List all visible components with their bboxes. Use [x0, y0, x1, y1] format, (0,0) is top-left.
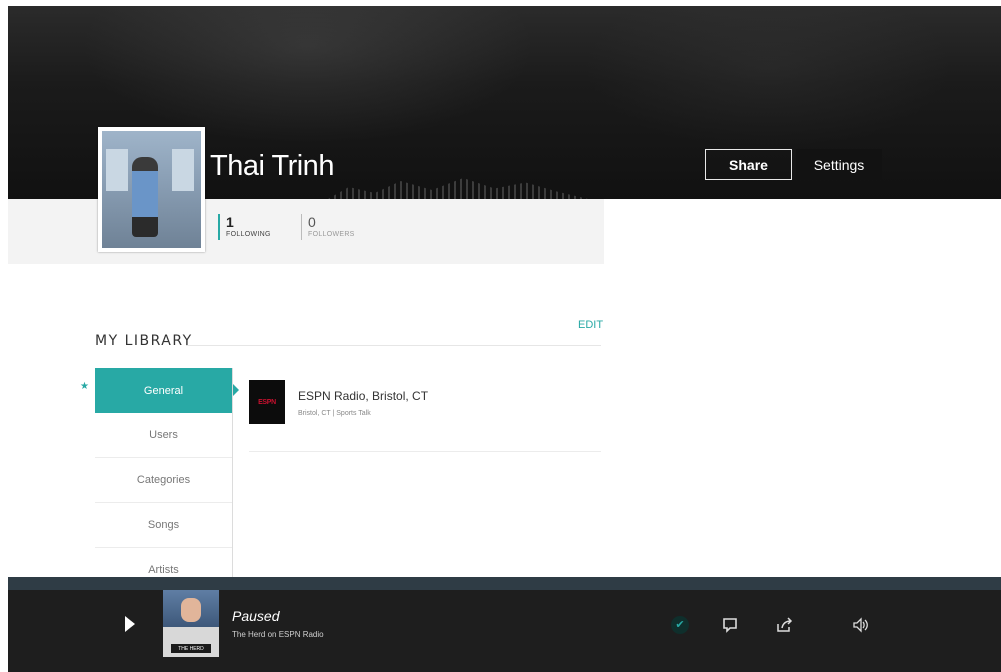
station-name[interactable]: ESPN Radio, Bristol, CT [298, 389, 428, 403]
menu-divider [232, 368, 233, 578]
player-bar: THE HERD Paused The Herd on ESPN Radio ✔ [8, 590, 1001, 672]
comment-icon-graphic [723, 618, 737, 633]
settings-button[interactable]: Settings [796, 149, 882, 180]
star-icon: ★ [80, 381, 89, 392]
comment-icon[interactable] [722, 617, 738, 638]
avatar-person [132, 157, 158, 237]
waveform-decoration [328, 178, 588, 199]
avatar-background-window [106, 149, 128, 191]
library-title: MY LIBRARY [95, 333, 193, 349]
library-divider [186, 345, 601, 346]
station-meta: Bristol, CT | Sports Talk [298, 410, 371, 417]
playback-status: Paused [232, 608, 280, 624]
share-icon[interactable] [776, 617, 794, 638]
check-icon[interactable]: ✔ [671, 616, 689, 634]
following-count: 1 [226, 214, 234, 230]
followers-count: 0 [308, 214, 316, 230]
album-art-band: THE HERD [171, 644, 211, 653]
station-logo-text: ESPN [258, 398, 276, 406]
following-label: FOLLOWING [226, 231, 271, 238]
menu-item-categories[interactable]: Categories [95, 458, 232, 503]
now-playing-title[interactable]: The Herd on ESPN Radio [232, 630, 324, 639]
profile-name: Thai Trinh [210, 150, 334, 182]
volume-icon[interactable] [852, 617, 870, 638]
album-art-face [181, 598, 201, 622]
station-logo: ESPN [249, 380, 285, 424]
album-art[interactable]: THE HERD [163, 590, 219, 657]
following-stat[interactable]: 1 FOLLOWING [218, 214, 271, 240]
edit-library-link[interactable]: EDIT [578, 319, 603, 331]
menu-item-users[interactable]: Users [95, 413, 232, 458]
avatar[interactable] [98, 127, 205, 252]
station-list-item[interactable]: ESPN ESPN Radio, Bristol, CT Bristol, CT… [249, 380, 601, 452]
play-icon[interactable] [125, 616, 135, 632]
followers-stat[interactable]: 0 FOLLOWERS [301, 214, 355, 240]
menu-item-songs[interactable]: Songs [95, 503, 232, 548]
library-menu: General Users Categories Songs Artists [95, 368, 239, 593]
share-button[interactable]: Share [705, 149, 792, 180]
menu-item-general[interactable]: General [95, 368, 239, 413]
share-icon-graphic [777, 617, 793, 632]
player-top-strip [8, 577, 1001, 590]
volume-icon-graphic [853, 617, 868, 633]
followers-label: FOLLOWERS [308, 231, 355, 238]
avatar-background-window [172, 149, 194, 191]
